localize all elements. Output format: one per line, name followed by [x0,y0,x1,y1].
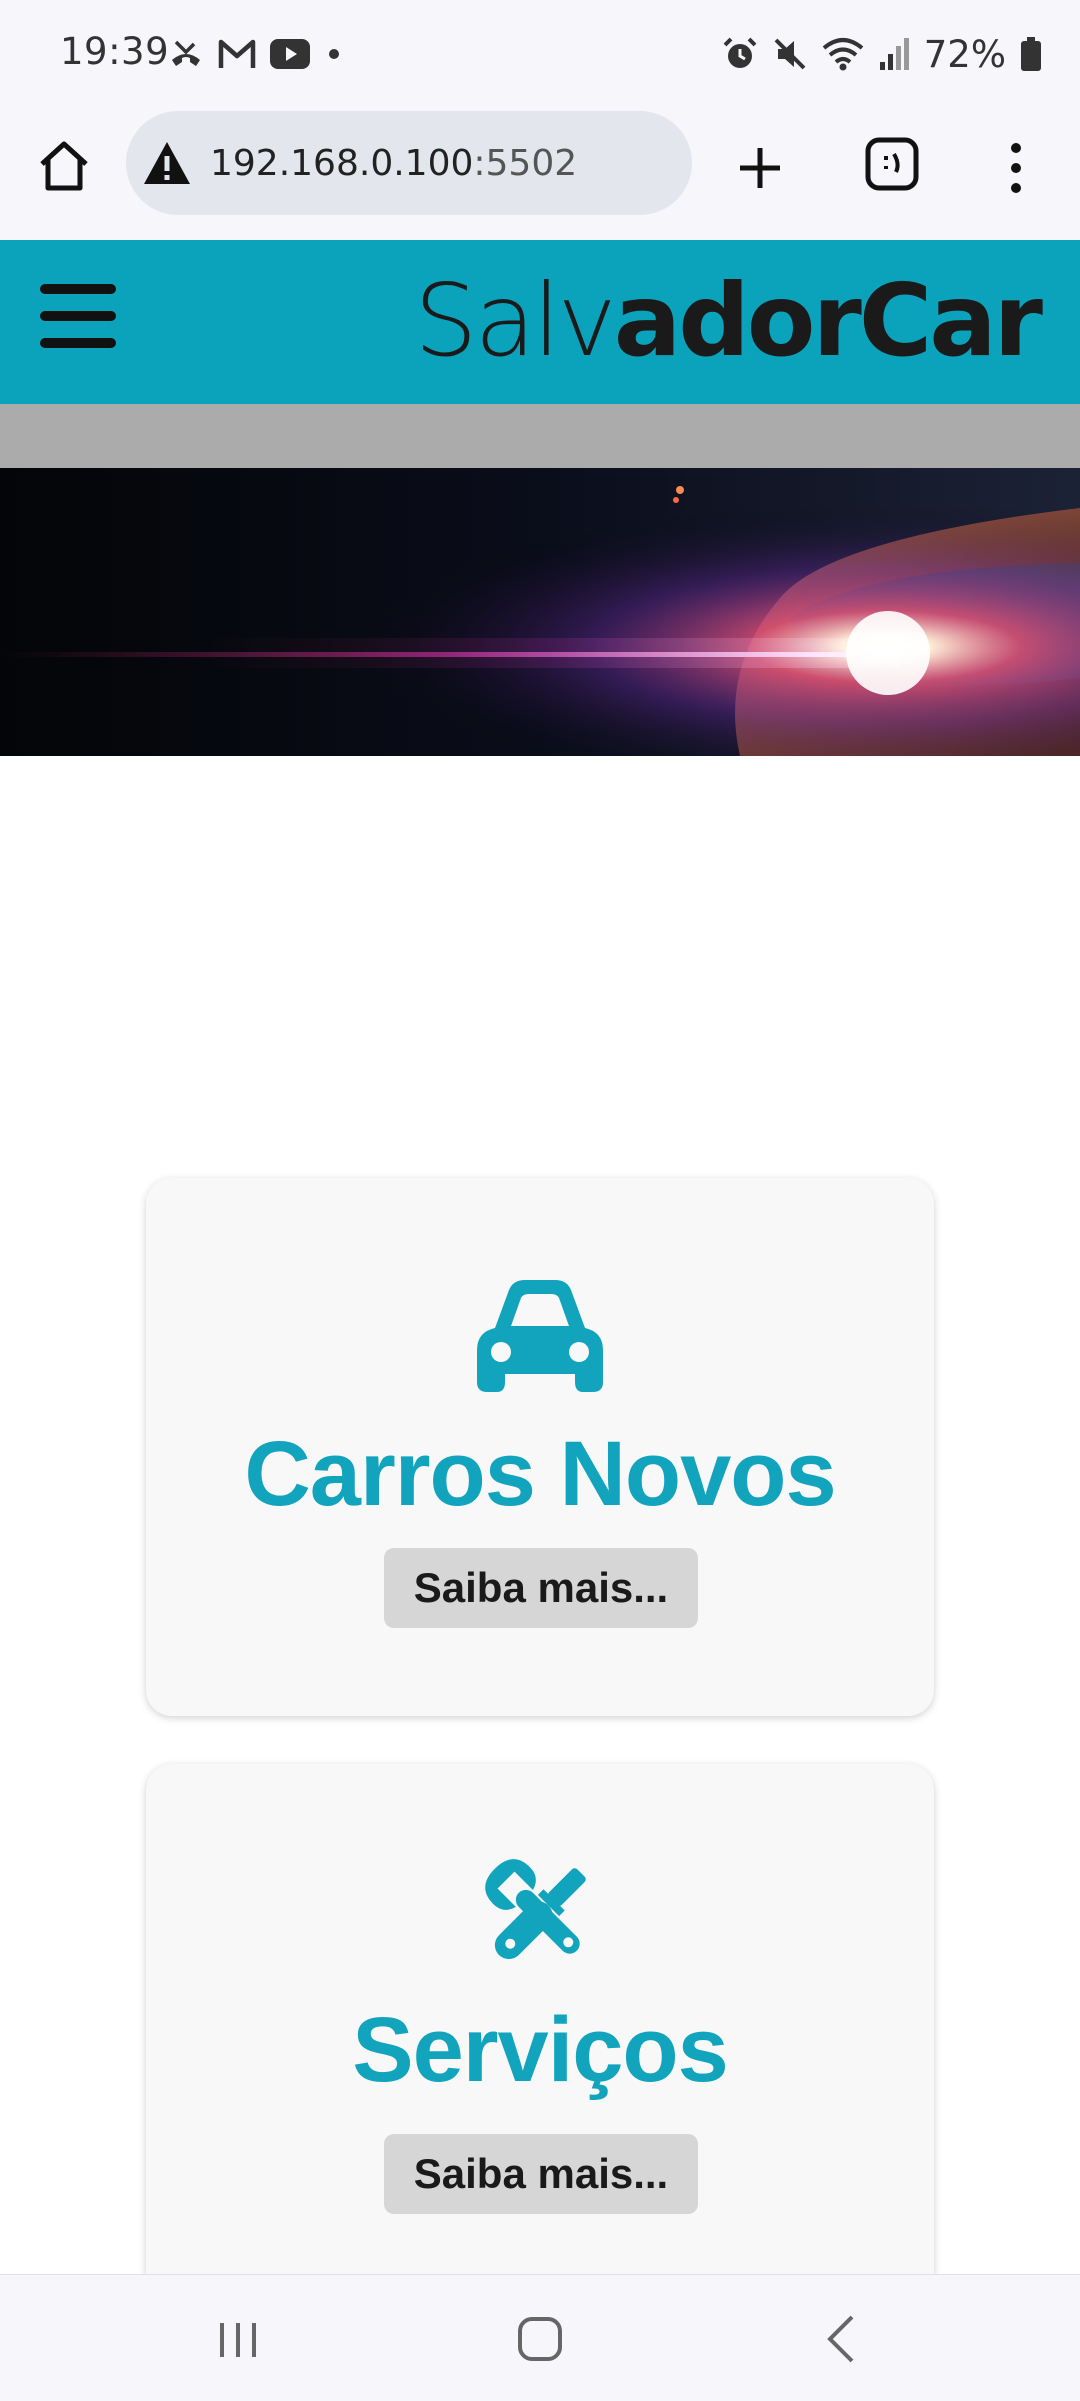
car-icon [477,1280,603,1392]
brand-part-2: ador [613,262,862,379]
new-tab-icon[interactable] [732,140,788,196]
saiba-mais-button[interactable]: Saiba mais... [384,1548,698,1628]
gmail-icon [218,39,256,68]
brand-logo[interactable]: SalvadorCar [414,266,1043,376]
tools-icon [485,1859,586,1960]
card-title: Serviços [352,1999,729,2101]
hamburger-menu-icon[interactable] [40,284,116,356]
notification-icons [168,34,344,74]
home-icon[interactable] [36,138,92,194]
browser-toolbar: 192.168.0.100:5502 [0,108,1080,240]
home-nav-icon[interactable] [510,2311,570,2367]
battery-percent: 72% [923,32,1006,76]
url-port: :5502 [473,142,578,184]
battery-icon [1021,37,1041,71]
site-header: SalvadorCar [0,240,1080,404]
tabs-icon[interactable] [864,136,920,192]
card-title: Carros Novos [244,1423,836,1525]
missed-call-icon [172,40,200,66]
back-icon[interactable] [812,2311,872,2367]
header-strip [0,404,1080,468]
menu-icon[interactable] [1000,140,1032,196]
card-carros-novos: Carros Novos Saiba mais... [146,1178,934,1716]
recent-apps-icon[interactable] [208,2311,268,2367]
status-bar: 19:39 72% [0,0,1080,108]
url-text[interactable]: 192.168.0.100:5502 [210,143,577,184]
youtube-icon [270,39,310,69]
address-bar[interactable]: 192.168.0.100:5502 [126,111,692,215]
saiba-mais-button[interactable]: Saiba mais... [384,2134,698,2214]
alarm-icon [723,37,757,68]
status-time: 19:39 [60,30,170,73]
wifi-icon [822,38,864,71]
brand-part-1: Salv [414,262,617,379]
url-host: 192.168.0.100 [210,142,474,184]
warning-icon[interactable] [142,140,192,186]
hero-banner [0,468,1080,756]
brand-part-3: Car [858,262,1043,379]
signal-icon [879,38,909,70]
system-icons: 72% [722,30,1042,78]
android-nav-bar [0,2274,1080,2401]
dot-icon [329,49,339,59]
hero-headlight-image [0,468,1080,756]
mute-icon [774,38,806,70]
